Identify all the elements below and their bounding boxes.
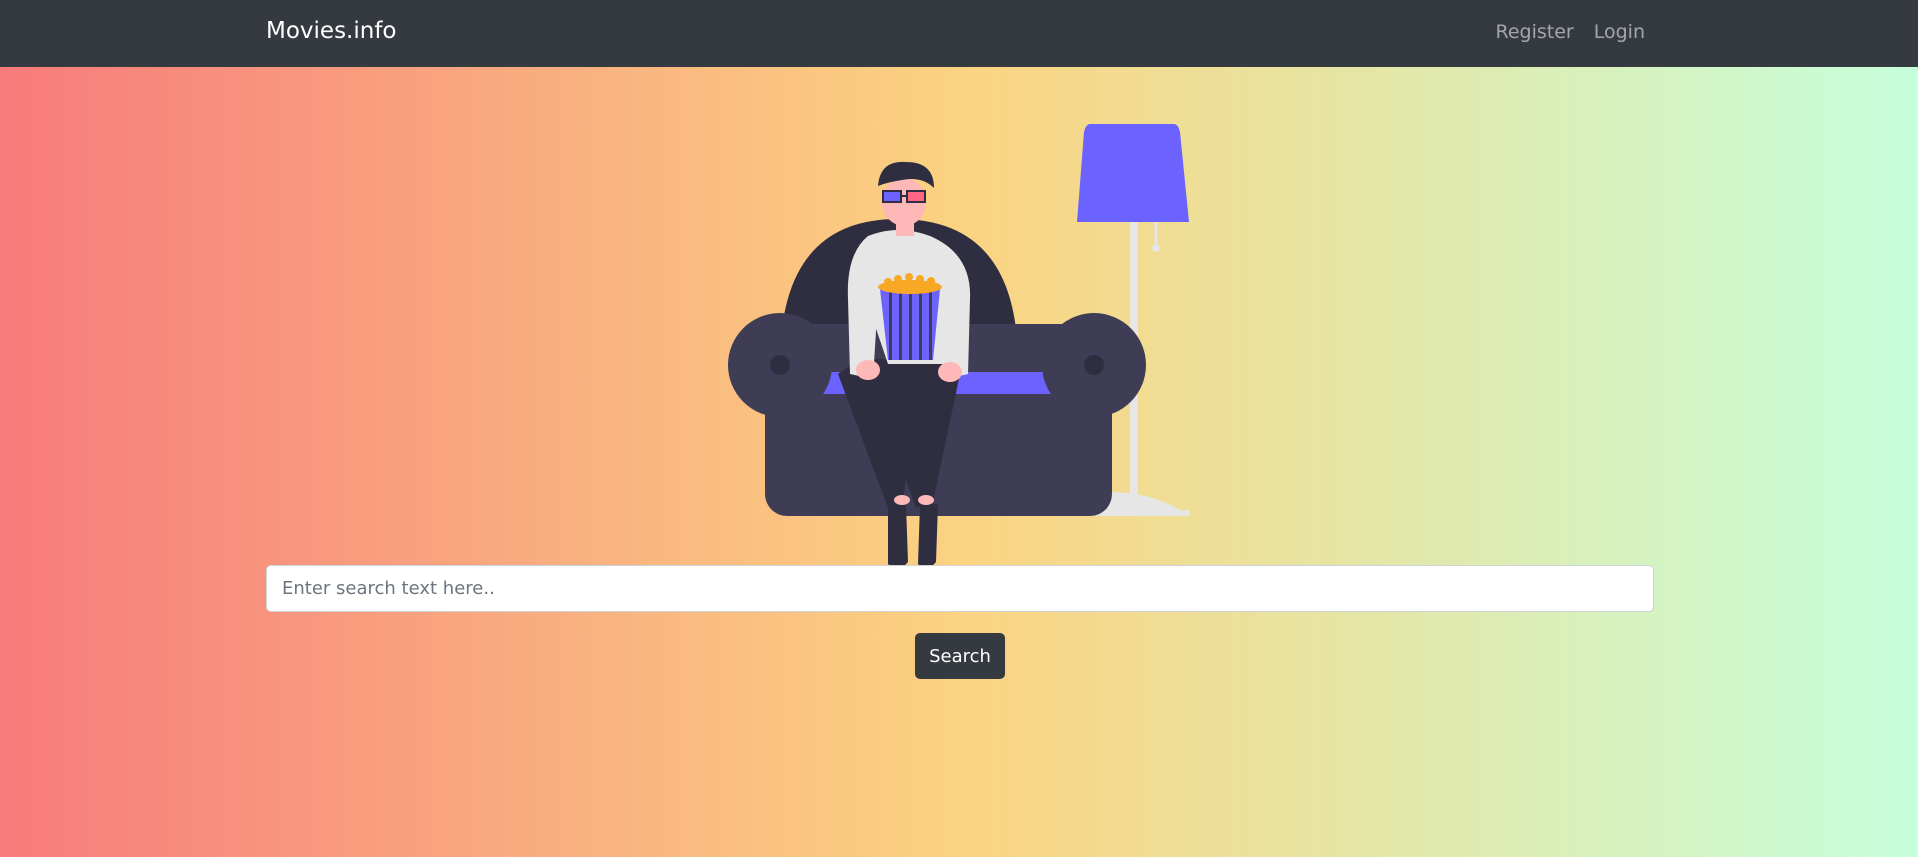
popcorn-bucket-icon	[878, 273, 942, 360]
person-on-sofa-with-popcorn-icon	[728, 124, 1190, 568]
search-button[interactable]: Search	[915, 633, 1005, 679]
brand-link[interactable]: Movies.info	[266, 18, 397, 44]
register-link[interactable]: Register	[1496, 21, 1574, 43]
nav-links: Register Login	[1496, 21, 1646, 43]
search-input[interactable]	[266, 565, 1654, 612]
top-navbar: Movies.info Register Login	[0, 0, 1918, 67]
login-link[interactable]: Login	[1594, 21, 1645, 43]
